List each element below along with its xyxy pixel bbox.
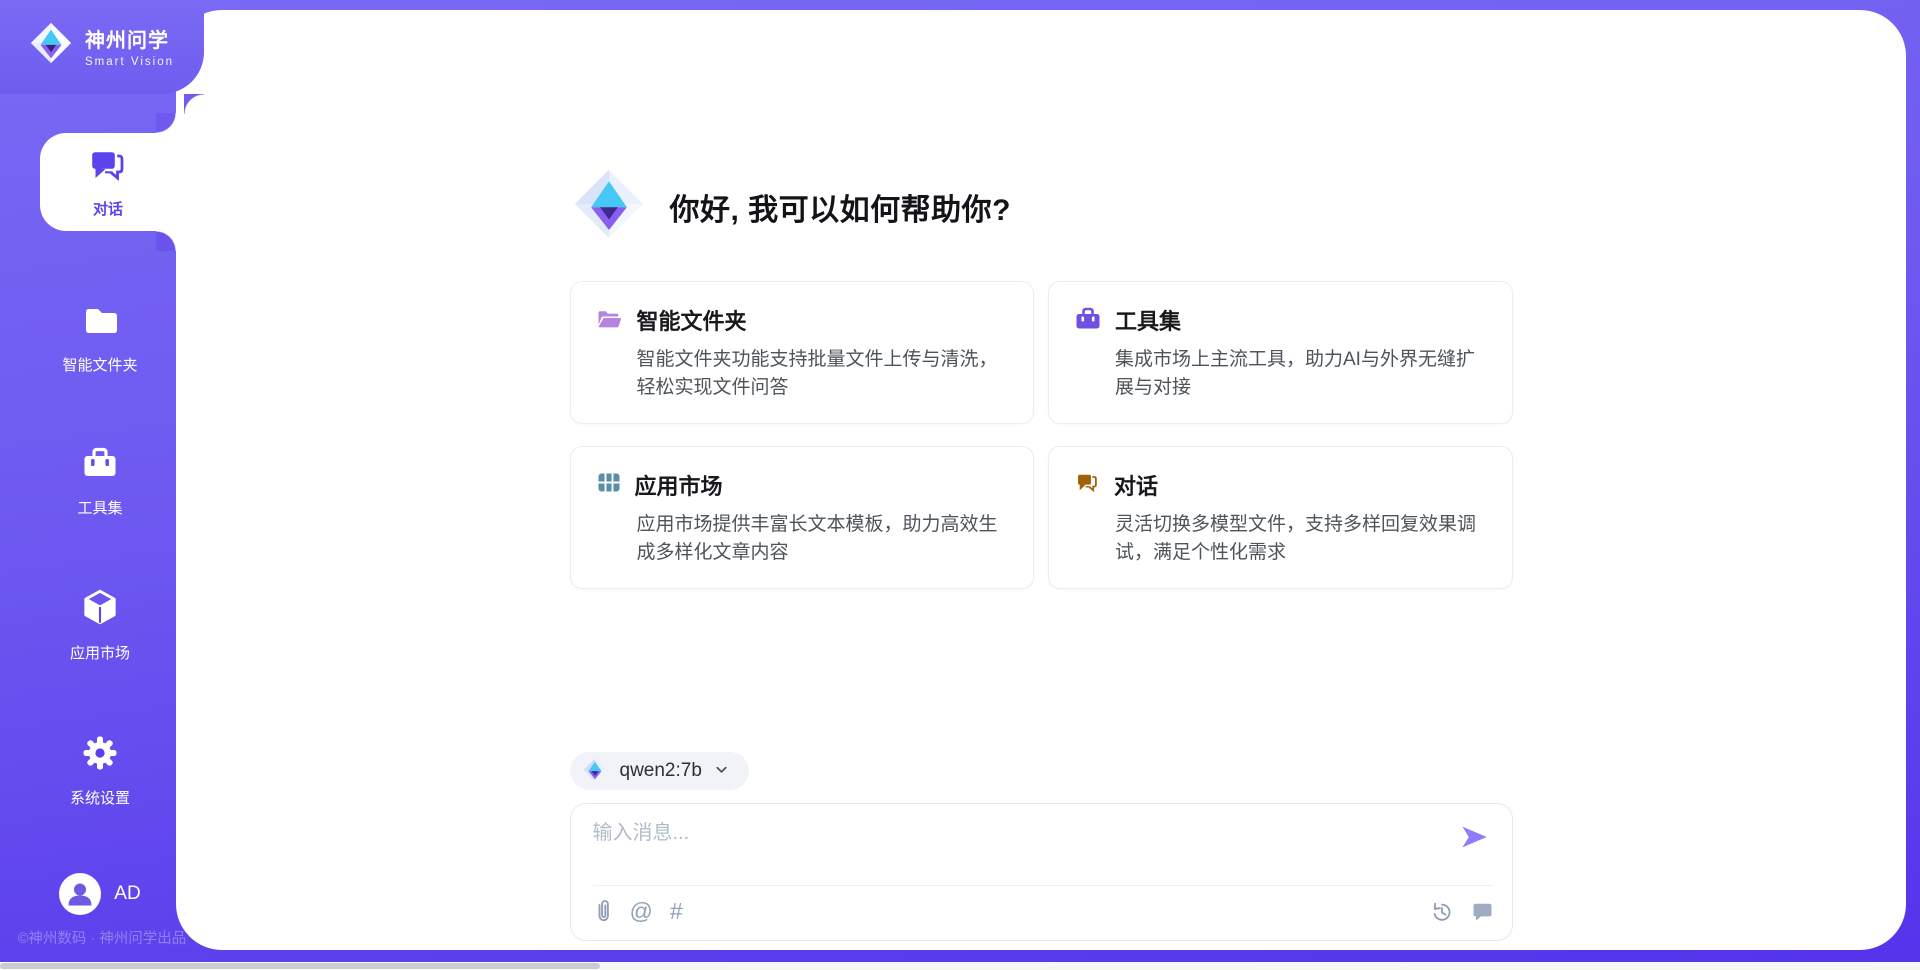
brand-subtitle: Smart Vision [85, 56, 174, 68]
corner-fillet [184, 94, 204, 114]
card-title: 对话 [1114, 469, 1158, 501]
main-panel: 你好, 我可以如何帮助你? 智能文件夹 智能文件夹功能支持批量文件上传与清洗，轻… [176, 10, 1906, 950]
brand-diamond-icon [28, 20, 74, 71]
sidebar-item-smart-folder[interactable]: 智能文件夹 [24, 300, 176, 375]
greeting-block: 你好, 我可以如何帮助你? [570, 165, 1513, 248]
cube-icon [79, 586, 121, 633]
sidebar-item-label: 对话 [93, 198, 123, 219]
card-description: 应用市场提供丰富长文本模板，助力高效生成多样化文章内容 [637, 511, 1008, 566]
card-app-market[interactable]: 应用市场 应用市场提供丰富长文本模板，助力高效生成多样化文章内容 [570, 446, 1035, 589]
tab-fillet-bottom [156, 231, 176, 251]
sidebar-item-label: 工具集 [77, 497, 122, 518]
message-composer: @ # [570, 803, 1513, 941]
copyright-text: ©神州数码 · 神州问学出品 [0, 927, 204, 948]
card-description: 灵活切换多模型文件，支持多样回复效果调试，满足个性化需求 [1115, 511, 1486, 566]
send-icon[interactable] [1458, 822, 1490, 854]
card-chat[interactable]: 对话 灵活切换多模型文件，支持多样回复效果调试，满足个性化需求 [1048, 446, 1513, 589]
sidebar-item-app-market[interactable]: 应用市场 [24, 586, 176, 663]
brand-name: 神州问学 [85, 24, 174, 53]
sidebar: 神州问学 Smart Vision 对话 智能文件夹 [0, 0, 176, 970]
card-toolset[interactable]: 工具集 集成市场上主流工具，助力AI与外界无缝扩展与对接 [1048, 281, 1513, 424]
card-title: 工具集 [1115, 304, 1181, 336]
card-description: 集成市场上主流工具，助力AI与外界无缝扩展与对接 [1115, 346, 1486, 401]
composer-divider [593, 885, 1494, 886]
card-smart-folder[interactable]: 智能文件夹 智能文件夹功能支持批量文件上传与清洗，轻松实现文件问答 [570, 281, 1035, 424]
card-title: 智能文件夹 [637, 304, 747, 336]
history-icon[interactable] [1430, 900, 1454, 924]
card-description: 智能文件夹功能支持批量文件上传与清洗，轻松实现文件问答 [637, 346, 1008, 401]
user-profile[interactable]: AD [24, 873, 176, 915]
composer-toolbar: @ # [593, 898, 1494, 925]
chat-bubbles-icon [87, 146, 129, 191]
sidebar-item-label: 系统设置 [70, 787, 130, 808]
paperclip-icon[interactable] [593, 898, 613, 925]
chat-bubbles-icon [1075, 471, 1100, 500]
folder-icon [80, 300, 120, 345]
sidebar-item-chat[interactable]: 对话 [40, 133, 176, 231]
message-input[interactable] [593, 816, 1424, 872]
toolbox-icon [1075, 306, 1101, 335]
tab-fillet-top [156, 113, 176, 133]
folder-open-icon [597, 306, 623, 334]
brand-diamond-icon [570, 165, 648, 248]
sidebar-item-label: 智能文件夹 [62, 354, 137, 375]
mention-icon[interactable]: @ [630, 900, 653, 923]
brand-diamond-icon [582, 757, 608, 786]
avatar [59, 873, 101, 915]
greeting-title: 你好, 我可以如何帮助你? [670, 185, 1012, 229]
model-name: qwen2:7b [620, 760, 702, 782]
horizontal-scrollbar[interactable] [0, 962, 1920, 970]
chat-bubble-icon[interactable] [1471, 901, 1494, 923]
feature-cards: 智能文件夹 智能文件夹功能支持批量文件上传与清洗，轻松实现文件问答 [570, 281, 1513, 589]
sidebar-item-label: 应用市场 [70, 642, 130, 663]
chevron-down-icon [714, 762, 729, 780]
main-content: 你好, 我可以如何帮助你? 智能文件夹 智能文件夹功能支持批量文件上传与清洗，轻… [176, 10, 1906, 950]
sidebar-item-settings[interactable]: 系统设置 [24, 733, 176, 808]
model-selector[interactable]: qwen2:7b [570, 752, 749, 790]
app-logo: 神州问学 Smart Vision [28, 20, 174, 71]
sidebar-item-toolset[interactable]: 工具集 [24, 443, 176, 518]
user-initials: AD [114, 883, 140, 905]
toolbox-icon [80, 443, 120, 488]
hashtag-icon[interactable]: # [670, 900, 683, 923]
gear-icon [80, 733, 120, 778]
card-title: 应用市场 [635, 469, 723, 501]
grid-icon [597, 471, 621, 499]
